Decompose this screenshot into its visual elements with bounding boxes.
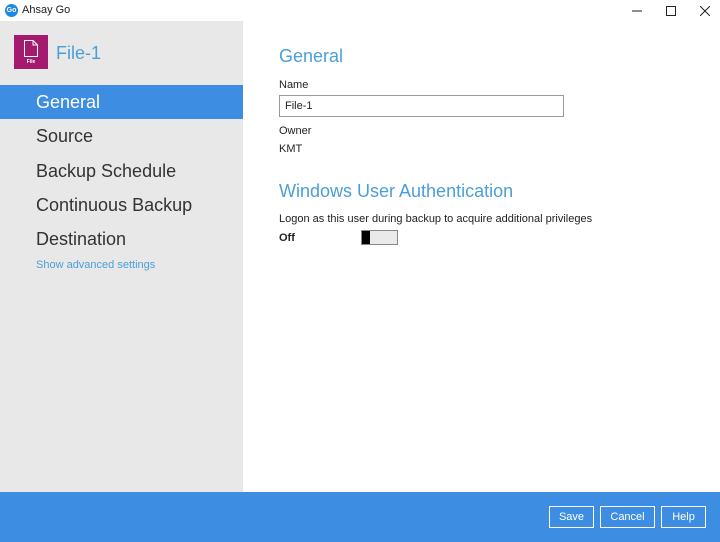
windows-auth-heading: Windows User Authentication xyxy=(279,181,514,201)
app-title: Ahsay Go xyxy=(22,4,71,16)
help-button[interactable]: Help xyxy=(661,506,706,528)
sidebar-item-general[interactable]: General xyxy=(0,85,243,119)
owner-value: KMT xyxy=(279,143,303,155)
close-icon xyxy=(700,5,710,16)
minimize-button[interactable] xyxy=(620,0,654,21)
sidebar-item-backup-schedule[interactable]: Backup Schedule xyxy=(0,154,243,188)
cancel-button[interactable]: Cancel xyxy=(600,506,655,528)
toggle-knob xyxy=(362,231,370,244)
sidebar-item-continuous-backup[interactable]: Continuous Backup xyxy=(0,188,243,222)
document-icon xyxy=(24,40,38,57)
windows-auth-toggle[interactable] xyxy=(361,230,398,245)
toggle-state-label: Off xyxy=(279,232,295,244)
logon-description: Logon as this user during backup to acqu… xyxy=(279,213,593,225)
maximize-icon xyxy=(666,5,676,16)
footer-bar: Save Cancel Help xyxy=(0,492,720,542)
owner-label: Owner xyxy=(279,125,312,137)
sidebar-item-source[interactable]: Source xyxy=(0,119,243,153)
show-advanced-settings-link[interactable]: Show advanced settings xyxy=(36,259,155,271)
sidebar-item-destination[interactable]: Destination xyxy=(0,222,243,256)
file-icon: File xyxy=(14,35,48,69)
minimize-icon xyxy=(632,10,642,11)
sidebar: File File-1 General Source Backup Schedu… xyxy=(0,21,243,492)
general-heading: General xyxy=(279,46,344,66)
title-bar: Go Ahsay Go xyxy=(0,0,720,21)
app-logo-icon: Go xyxy=(5,4,18,17)
name-field[interactable] xyxy=(279,95,564,117)
file-icon-caption: File xyxy=(26,59,36,65)
save-button[interactable]: Save xyxy=(549,506,594,528)
backup-set-title: File-1 xyxy=(56,43,102,63)
name-label: Name xyxy=(279,79,309,91)
close-button[interactable] xyxy=(688,0,720,21)
maximize-button[interactable] xyxy=(654,0,688,21)
